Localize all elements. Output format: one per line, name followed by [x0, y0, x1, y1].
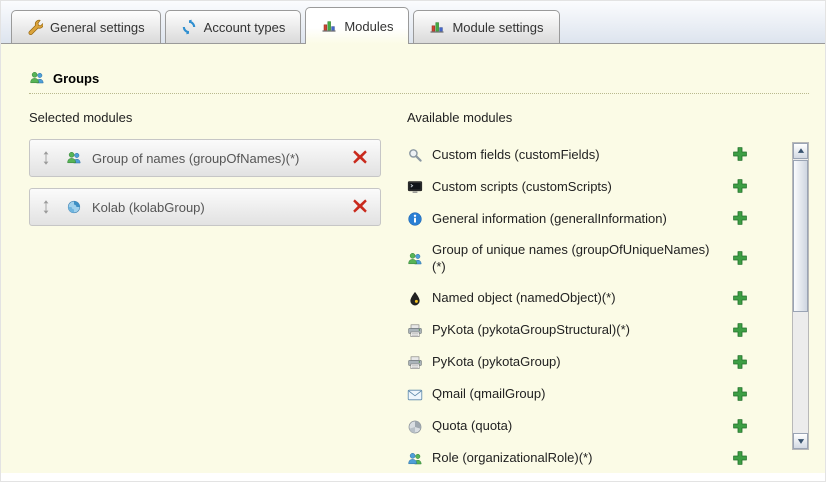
- drag-icon: [40, 150, 52, 166]
- tab-label: Account types: [204, 20, 286, 35]
- available-modules-wrap: Custom fields (customFields) Custom scrip…: [407, 139, 809, 475]
- droplet-icon: [407, 291, 423, 307]
- wrench-icon: [27, 19, 43, 35]
- selected-modules-panel: Selected modules Group of names (groupOf…: [29, 110, 381, 475]
- add-module-button[interactable]: [732, 146, 750, 164]
- role-icon: [407, 451, 423, 467]
- tab-modules[interactable]: Modules: [305, 7, 409, 44]
- add-icon: [732, 178, 748, 194]
- add-module-button[interactable]: [732, 354, 750, 372]
- available-module-row: Group of unique names (groupOfUniqueName…: [407, 235, 779, 283]
- available-module-label: Quota (quota): [432, 418, 732, 435]
- tab-module-settings[interactable]: Module settings: [413, 10, 559, 43]
- arrow-up-icon: [796, 146, 806, 156]
- info-icon: [407, 211, 423, 227]
- available-module-row: Quota (quota): [407, 411, 779, 443]
- groups-section-header: Groups: [29, 70, 809, 94]
- available-modules-heading: Available modules: [407, 110, 809, 125]
- available-modules-list: Custom fields (customFields) Custom scrip…: [407, 139, 779, 475]
- available-module-label: Custom scripts (customScripts): [432, 179, 732, 196]
- add-icon: [732, 450, 748, 466]
- selected-module-label: Kolab (kolabGroup): [92, 200, 352, 215]
- add-icon: [732, 322, 748, 338]
- available-module-row: PyKota (pykotaGroup): [407, 347, 779, 379]
- add-module-button[interactable]: [732, 250, 750, 268]
- tab-label: Module settings: [452, 20, 543, 35]
- drag-icon: [40, 199, 52, 215]
- tab-label: Modules: [344, 19, 393, 34]
- scroll-up-button[interactable]: [793, 143, 808, 159]
- groups-icon: [29, 70, 45, 86]
- add-icon: [732, 386, 748, 402]
- selected-module-item[interactable]: Kolab (kolabGroup): [29, 188, 381, 226]
- printer-icon: [407, 355, 423, 371]
- add-icon: [732, 290, 748, 306]
- available-module-row: Qmail (qmailGroup): [407, 379, 779, 411]
- available-module-label: Role (organizationalRole)(*): [432, 450, 732, 467]
- remove-module-button[interactable]: [352, 198, 370, 216]
- available-module-label: PyKota (pykotaGroupStructural)(*): [432, 322, 732, 339]
- add-module-button[interactable]: [732, 450, 750, 468]
- kolab-icon: [66, 199, 82, 215]
- add-module-button[interactable]: [732, 322, 750, 340]
- available-module-row: Custom scripts (customScripts): [407, 171, 779, 203]
- arrow-down-icon: [796, 436, 806, 446]
- scrollbar[interactable]: [792, 142, 809, 450]
- available-module-label: Custom fields (customFields): [432, 147, 732, 164]
- groups-icon: [66, 150, 82, 166]
- available-modules-panel: Available modules Custom fields (customF…: [407, 110, 809, 475]
- magnifier-icon: [407, 147, 423, 163]
- add-icon: [732, 418, 748, 434]
- selected-modules-heading: Selected modules: [29, 110, 381, 125]
- available-module-label: Group of unique names (groupOfUniqueName…: [432, 242, 732, 276]
- tab-account-types[interactable]: Account types: [165, 10, 302, 43]
- lam-configuration-window: General settings Account types Modules Modu…: [0, 0, 826, 482]
- available-module-label: Qmail (qmailGroup): [432, 386, 732, 403]
- scroll-down-button[interactable]: [793, 433, 808, 449]
- tab-bar: General settings Account types Modules Modu…: [1, 1, 825, 44]
- add-icon: [732, 210, 748, 226]
- chart-icon: [429, 19, 445, 35]
- available-module-label: General information (generalInformation): [432, 211, 732, 228]
- pie-icon: [407, 419, 423, 435]
- chart-icon: [321, 18, 337, 34]
- add-icon: [732, 146, 748, 162]
- scroll-thumb[interactable]: [793, 160, 808, 312]
- available-module-row: General information (generalInformation): [407, 203, 779, 235]
- mail-icon: [407, 387, 423, 403]
- selected-module-label: Group of names (groupOfNames)(*): [92, 151, 352, 166]
- tab-general-settings[interactable]: General settings: [11, 10, 161, 43]
- add-module-button[interactable]: [732, 178, 750, 196]
- selected-modules-list: Group of names (groupOfNames)(*) Kolab (k…: [29, 139, 381, 226]
- delete-icon: [352, 198, 368, 214]
- available-module-row: Custom fields (customFields): [407, 139, 779, 171]
- delete-icon: [352, 149, 368, 165]
- remove-module-button[interactable]: [352, 149, 370, 167]
- available-module-row: Named object (namedObject)(*): [407, 283, 779, 315]
- add-module-button[interactable]: [732, 290, 750, 308]
- add-icon: [732, 250, 748, 266]
- groups-icon: [407, 251, 423, 267]
- terminal-icon: [407, 179, 423, 195]
- modules-columns: Selected modules Group of names (groupOf…: [1, 94, 825, 475]
- sync-icon: [181, 19, 197, 35]
- available-module-label: PyKota (pykotaGroup): [432, 354, 732, 371]
- add-module-button[interactable]: [732, 386, 750, 404]
- add-icon: [732, 354, 748, 370]
- available-module-row: Role (organizationalRole)(*): [407, 443, 779, 475]
- section-title: Groups: [53, 71, 99, 86]
- add-module-button[interactable]: [732, 210, 750, 228]
- available-module-label: Named object (namedObject)(*): [432, 290, 732, 307]
- content-area: Groups Selected modules Group of names (…: [1, 44, 825, 473]
- printer-icon: [407, 323, 423, 339]
- add-module-button[interactable]: [732, 418, 750, 436]
- selected-module-item[interactable]: Group of names (groupOfNames)(*): [29, 139, 381, 177]
- available-module-row: PyKota (pykotaGroupStructural)(*): [407, 315, 779, 347]
- tab-label: General settings: [50, 20, 145, 35]
